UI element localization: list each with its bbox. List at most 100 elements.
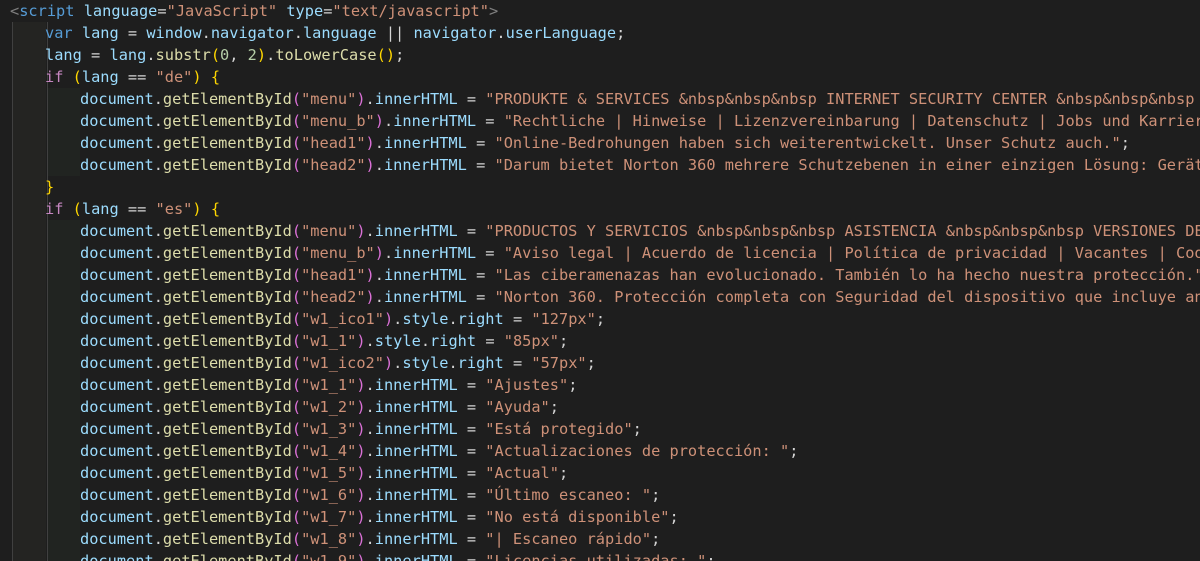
code-line[interactable]: <script language="JavaScript" type="text… — [0, 0, 1200, 22]
code-token: = — [457, 486, 486, 504]
code-token: innerHTML — [393, 112, 477, 130]
code-line[interactable]: document.getElementById("w1_2").innerHTM… — [0, 396, 1200, 418]
code-token: . — [448, 354, 458, 372]
code-token: ; — [789, 442, 799, 460]
code-token: "menu_b" — [301, 112, 375, 130]
code-token: ) — [374, 244, 384, 262]
code-token: "85px" — [503, 332, 560, 350]
code-line[interactable]: document.getElementById("w1_ico1").style… — [0, 308, 1200, 330]
code-line[interactable]: document.getElementById("w1_5").innerHTM… — [0, 462, 1200, 484]
code-token: getElementById — [162, 398, 292, 416]
code-token: document — [80, 222, 154, 240]
code-token: "57px" — [531, 354, 587, 372]
code-token: ) — [192, 68, 202, 86]
code-line[interactable]: document.getElementById("menu_b").innerH… — [0, 242, 1200, 264]
code-lines[interactable]: <script language="JavaScript" type="text… — [0, 0, 1200, 561]
code-token: style — [402, 354, 449, 372]
code-token: innerHTML — [374, 442, 458, 460]
code-line[interactable]: document.getElementById("head1").innerHT… — [0, 264, 1200, 286]
code-line[interactable]: document.getElementById("head2").innerHT… — [0, 154, 1200, 176]
code-token: ) — [356, 552, 366, 561]
code-line[interactable]: document.getElementById("w1_1").innerHTM… — [0, 374, 1200, 396]
code-line[interactable]: document.getElementById("w1_1").style.ri… — [0, 330, 1200, 352]
code-line[interactable]: document.getElementById("menu").innerHTM… — [0, 220, 1200, 242]
code-line[interactable]: var lang = window.navigator.language || … — [0, 22, 1200, 44]
code-token: . — [153, 266, 163, 284]
code-line[interactable]: document.getElementById("w1_9").innerHTM… — [0, 550, 1200, 561]
code-token: innerHTML — [374, 530, 458, 548]
code-token: . — [365, 398, 375, 416]
code-token: toLowerCase — [275, 46, 377, 64]
code-line[interactable]: document.getElementById("w1_6").innerHTM… — [0, 484, 1200, 506]
code-token: ) — [256, 46, 267, 64]
code-token: = — [503, 310, 532, 328]
code-line[interactable]: document.getElementById("head2").innerHT… — [0, 286, 1200, 308]
code-token: ( — [291, 464, 302, 482]
code-token: ( — [291, 486, 302, 504]
code-token: ) — [365, 156, 375, 174]
code-token: style — [374, 332, 421, 350]
code-token: . — [153, 508, 163, 526]
code-token: getElementById — [162, 420, 292, 438]
code-line[interactable]: document.getElementById("w1_8").innerHTM… — [0, 528, 1200, 550]
code-token: getElementById — [162, 112, 292, 130]
code-line[interactable]: if (lang == "es") { — [0, 198, 1200, 220]
code-token: "head2" — [301, 288, 366, 306]
code-token: right — [430, 332, 477, 350]
code-token: > — [488, 2, 499, 20]
code-token: . — [496, 24, 506, 42]
code-token: = — [457, 398, 486, 416]
code-token: "Está protegido" — [485, 420, 633, 438]
code-token: document — [80, 310, 154, 328]
code-token: . — [374, 288, 384, 306]
code-token: . — [153, 442, 163, 460]
code-token: . — [448, 310, 458, 328]
code-token: "Actualizaciones de protección: " — [485, 442, 790, 460]
code-token: ) — [365, 134, 375, 152]
code-line[interactable]: lang = lang.substr(0, 2).toLowerCase(); — [0, 44, 1200, 66]
code-line[interactable]: document.getElementById("w1_7").innerHTM… — [0, 506, 1200, 528]
code-line[interactable]: document.getElementById("menu").innerHTM… — [0, 88, 1200, 110]
code-token: ( — [291, 332, 302, 350]
code-line[interactable]: document.getElementById("menu_b").innerH… — [0, 110, 1200, 132]
code-line[interactable]: if (lang == "de") { — [0, 66, 1200, 88]
code-token: "Darum bietet Norton 360 mehrere Schutze… — [494, 156, 1200, 174]
code-token: ( — [291, 420, 302, 438]
code-token: ; — [706, 552, 716, 561]
code-token: innerHTML — [374, 508, 458, 526]
code-token: , — [229, 46, 248, 64]
code-token: ; — [669, 508, 679, 526]
code-token: ) — [356, 508, 366, 526]
code-line[interactable]: document.getElementById("head1").innerHT… — [0, 132, 1200, 154]
code-token: getElementById — [162, 134, 292, 152]
code-token: lang — [81, 68, 119, 86]
code-line[interactable]: document.getElementById("w1_ico2").style… — [0, 352, 1200, 374]
code-token: ) — [356, 90, 366, 108]
code-token: ( — [291, 508, 302, 526]
code-token: ) — [383, 310, 394, 328]
code-token: getElementById — [162, 552, 292, 561]
code-token: "Actual" — [485, 464, 559, 482]
code-line[interactable]: } — [0, 176, 1200, 198]
code-token: ( — [291, 530, 302, 548]
code-token: . — [153, 156, 163, 174]
code-token: ( — [291, 266, 302, 284]
code-token: "w1_2" — [301, 398, 357, 416]
code-token: "w1_9" — [301, 552, 357, 561]
code-token: "menu" — [301, 222, 357, 240]
code-token: innerHTML — [374, 398, 458, 416]
code-token: . — [393, 310, 403, 328]
code-line[interactable]: document.getElementById("w1_3").innerHTM… — [0, 418, 1200, 440]
code-token: = — [457, 420, 486, 438]
code-token: document — [80, 398, 154, 416]
code-token: type — [286, 2, 324, 20]
code-token: "127px" — [531, 310, 596, 328]
code-token: . — [383, 244, 394, 262]
code-line[interactable]: document.getElementById("w1_4").innerHTM… — [0, 440, 1200, 462]
code-token: = — [457, 442, 486, 460]
code-token: innerHTML — [383, 134, 467, 152]
code-token: "w1_1" — [301, 376, 357, 394]
code-editor[interactable]: <script language="JavaScript" type="text… — [0, 0, 1200, 561]
code-token: getElementById — [162, 90, 292, 108]
